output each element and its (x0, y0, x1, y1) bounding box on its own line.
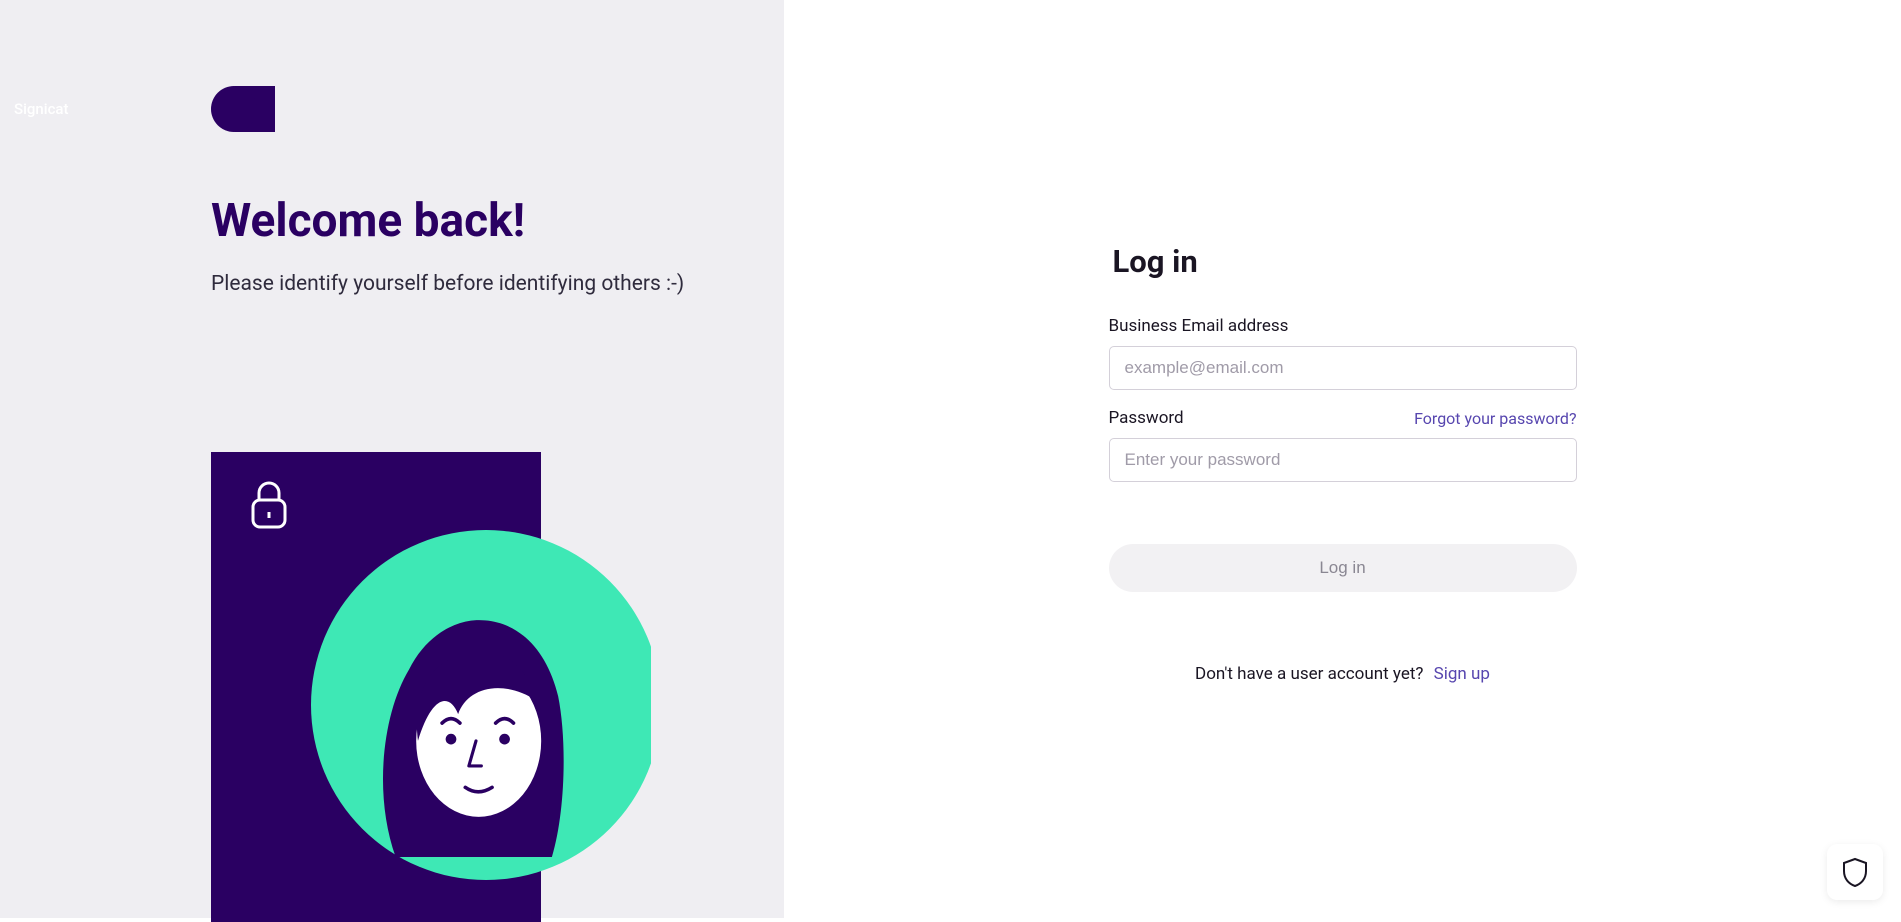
signup-prompt: Don't have a user account yet? (1195, 664, 1423, 684)
email-field[interactable] (1109, 346, 1577, 390)
signup-row: Don't have a user account yet? Sign up (1109, 664, 1577, 684)
lock-icon (249, 480, 289, 530)
shield-icon (1842, 857, 1868, 887)
password-field[interactable] (1109, 438, 1577, 482)
forgot-password-link[interactable]: Forgot your password? (1414, 409, 1576, 428)
welcome-subtext: Please identify yourself before identify… (211, 272, 784, 296)
welcome-heading: Welcome back! (211, 194, 784, 248)
welcome-panel: Signicat Welcome back! Please identify y… (0, 0, 784, 918)
brand-name: Signicat (14, 100, 69, 118)
email-label: Business Email address (1109, 316, 1577, 336)
logo-circle-shape (211, 86, 257, 132)
illustration (211, 452, 651, 922)
password-label: Password (1109, 408, 1184, 428)
login-button[interactable]: Log in (1109, 544, 1577, 592)
login-form: Log in Business Email address Password F… (1109, 243, 1577, 684)
security-badge[interactable] (1827, 844, 1883, 900)
avatar-person-icon (366, 607, 586, 857)
login-panel: Log in Business Email address Password F… (784, 0, 1901, 918)
signup-link[interactable]: Sign up (1434, 664, 1490, 684)
brand-logo: Signicat (211, 86, 275, 132)
login-heading: Log in (1113, 243, 1577, 280)
